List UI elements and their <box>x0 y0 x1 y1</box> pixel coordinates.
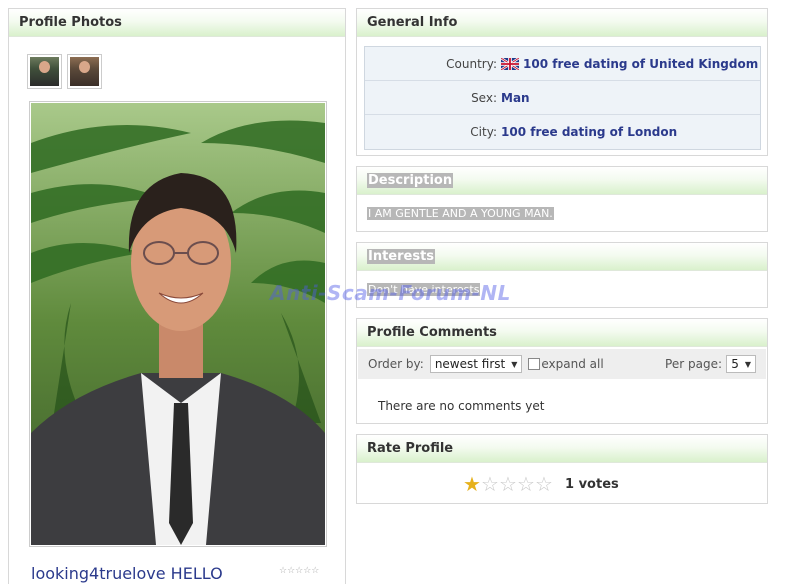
info-label: Sex: <box>471 90 497 105</box>
rate-profile-panel: Rate Profile ★ ☆ ☆ ☆ ☆ 1 votes <box>356 434 768 504</box>
profile-comments-title: Profile Comments <box>357 319 767 347</box>
general-info-title: General Info <box>357 9 767 37</box>
chevron-down-icon: ▼ <box>511 359 518 369</box>
info-value: 100 free dating of United Kingdom <box>501 57 758 71</box>
country-link[interactable]: 100 free dating of United Kingdom <box>523 57 758 71</box>
expand-all-checkbox[interactable] <box>528 358 541 370</box>
interests-title: Interests <box>357 243 767 271</box>
general-info-panel: General Info Country: 100 free dating of… <box>356 8 768 156</box>
main-profile-photo[interactable] <box>29 101 327 547</box>
comments-toolbar: Order by: newest first ▼ expand all Per p… <box>358 349 766 379</box>
rating-star-icon[interactable]: ☆ <box>517 474 535 494</box>
rating-star-icon[interactable]: ☆ <box>535 474 553 494</box>
per-page-label: Per page: <box>665 357 722 371</box>
per-page-select[interactable]: 5 ▼ <box>726 355 756 373</box>
info-label: Country: <box>446 56 497 71</box>
profile-caption: looking4truelove HELLO <box>31 564 223 583</box>
rating-star-icon[interactable]: ★ <box>463 474 481 494</box>
city-link[interactable]: 100 free dating of London <box>501 125 677 139</box>
rating-star-icon[interactable]: ☆ <box>481 474 499 494</box>
general-info-table: Country: 100 free dating of United Kingd… <box>364 46 761 150</box>
info-row-sex: Sex: Man <box>365 81 760 115</box>
photo-thumbnail[interactable] <box>27 54 62 89</box>
watermark-text: Anti-Scam-Forum-NL <box>270 281 511 305</box>
photo-thumbnails <box>27 54 102 89</box>
rating-stars: ★ ☆ ☆ ☆ ☆ 1 votes <box>463 474 619 494</box>
no-comments-text: There are no comments yet <box>378 399 545 413</box>
rate-profile-title: Rate Profile <box>357 435 767 463</box>
description-title: Description <box>357 167 767 195</box>
info-label: City: <box>470 125 497 139</box>
sex-link[interactable]: Man <box>501 91 530 105</box>
uk-flag-icon <box>501 57 519 70</box>
profile-comments-panel: Profile Comments Order by: newest first ▼… <box>356 318 768 424</box>
description-text: I AM GENTLE AND A YOUNG MAN. <box>367 207 554 220</box>
chevron-down-icon: ▼ <box>744 359 751 369</box>
photo-thumbnail[interactable] <box>67 54 102 89</box>
profile-photos-title: Profile Photos <box>9 9 345 37</box>
info-row-city: City: 100 free dating of London <box>365 115 760 149</box>
order-by-select[interactable]: newest first ▼ <box>429 355 523 373</box>
order-by-label: Order by: <box>368 357 424 371</box>
expand-all-label: expand all <box>541 357 604 371</box>
votes-count: 1 votes <box>565 476 619 492</box>
mini-rating-stars: ☆☆☆☆☆ <box>279 566 320 576</box>
rating-star-icon[interactable]: ☆ <box>499 474 517 494</box>
description-panel: Description I AM GENTLE AND A YOUNG MAN. <box>356 166 768 232</box>
info-row-country: Country: 100 free dating of United Kingd… <box>365 47 760 81</box>
